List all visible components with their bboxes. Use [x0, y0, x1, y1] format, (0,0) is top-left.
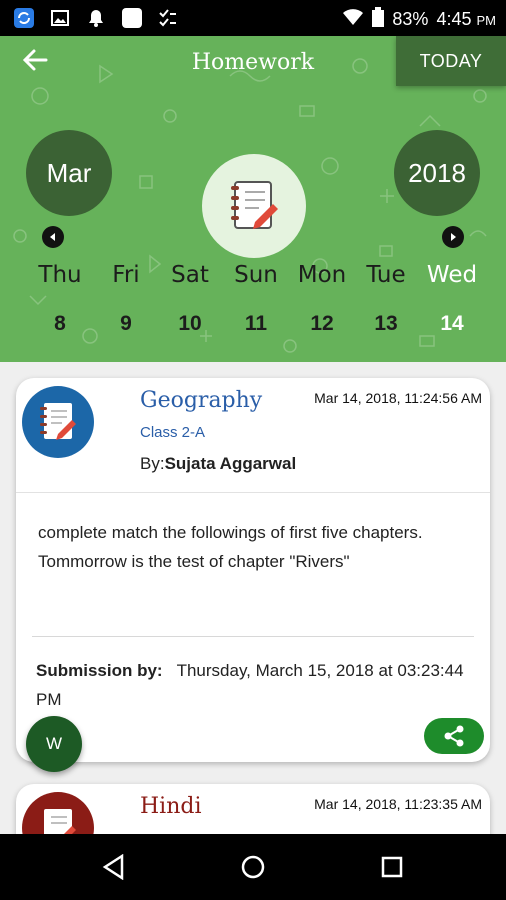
- homework-header: Homework TODAY Mar 2018 Thu Fri Sat Sun …: [0, 36, 506, 362]
- homework-description: complete match the followings of first f…: [38, 523, 423, 571]
- checklist-icon: [156, 6, 180, 30]
- date-row: 8 9 10 11 12 13 14: [0, 312, 506, 352]
- date-13[interactable]: 13: [354, 312, 418, 336]
- subject-title: Geography: [140, 388, 263, 413]
- image-icon: [48, 6, 72, 30]
- divider: [32, 636, 474, 637]
- today-button[interactable]: TODAY: [396, 36, 506, 86]
- day-sun[interactable]: Sun: [224, 262, 288, 288]
- status-bar: 83% 4:45 PM: [0, 0, 506, 36]
- notification-icons: [12, 6, 180, 30]
- date-10[interactable]: 10: [158, 312, 222, 336]
- weekday-row: Thu Fri Sat Sun Mon Tue Wed: [0, 262, 506, 302]
- class-label: Class 2-A: [140, 424, 206, 441]
- battery-percent: 83%: [392, 9, 429, 29]
- battery-icon: [372, 7, 385, 32]
- floating-action-button[interactable]: W: [26, 716, 82, 772]
- subject-notebook-icon: [22, 386, 94, 458]
- posted-timestamp: Mar 14, 2018, 11:24:56 AM: [314, 390, 482, 406]
- homework-card[interactable]: Geography Class 2-A By:Sujata Aggarwal M…: [16, 378, 490, 762]
- share-icon: [444, 725, 464, 747]
- date-12[interactable]: 12: [290, 312, 354, 336]
- subject-title: Hindi: [140, 794, 202, 819]
- date-11[interactable]: 11: [224, 312, 288, 336]
- homework-notebook-icon: [202, 154, 306, 258]
- date-9[interactable]: 9: [94, 312, 158, 336]
- wifi-icon: [342, 8, 364, 31]
- submission-deadline: Submission by: Thursday, March 15, 2018 a…: [36, 661, 464, 709]
- app-square-icon: [120, 6, 144, 30]
- system-icons: 83% 4:45 PM: [342, 7, 496, 32]
- date-14[interactable]: 14: [420, 312, 484, 336]
- day-thu[interactable]: Thu: [28, 262, 92, 288]
- clock: 4:45 PM: [436, 9, 496, 29]
- sync-app-icon: [12, 6, 36, 30]
- previous-week-button[interactable]: [42, 226, 64, 248]
- day-sat[interactable]: Sat: [158, 262, 222, 288]
- teacher-line: By:Sujata Aggarwal: [140, 454, 297, 473]
- date-8[interactable]: 8: [28, 312, 92, 336]
- share-button[interactable]: [424, 718, 484, 754]
- posted-timestamp: Mar 14, 2018, 11:23:35 AM: [314, 796, 482, 812]
- back-nav-icon[interactable]: [94, 852, 134, 882]
- year-selector[interactable]: 2018: [394, 130, 480, 216]
- bell-icon: [84, 6, 108, 30]
- month-selector[interactable]: Mar: [26, 130, 112, 216]
- system-navigation-bar: [0, 834, 506, 900]
- day-wed[interactable]: Wed: [420, 262, 484, 288]
- day-tue[interactable]: Tue: [354, 262, 418, 288]
- home-nav-icon[interactable]: [233, 852, 273, 882]
- next-week-button[interactable]: [442, 226, 464, 248]
- day-fri[interactable]: Fri: [94, 262, 158, 288]
- day-mon[interactable]: Mon: [290, 262, 354, 288]
- divider: [16, 492, 490, 493]
- recents-nav-icon[interactable]: [372, 852, 412, 882]
